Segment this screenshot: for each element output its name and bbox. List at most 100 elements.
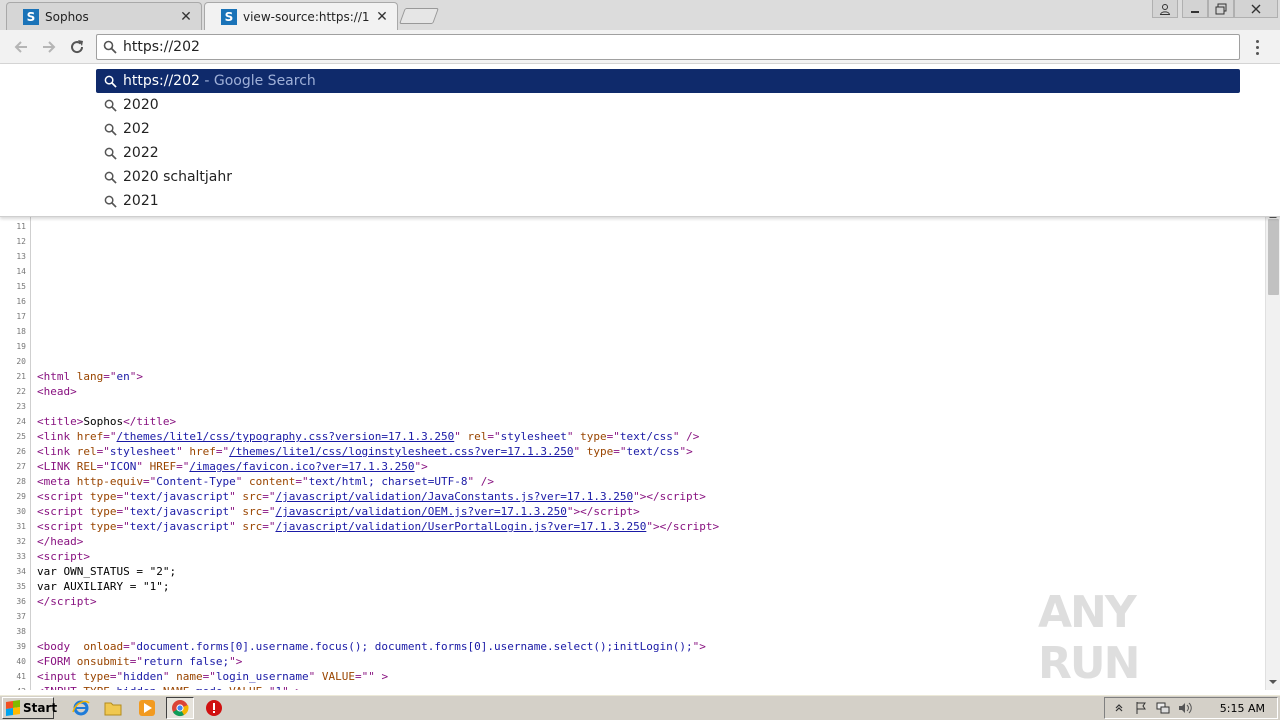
back-arrow-icon[interactable] (10, 36, 32, 58)
stop-icon[interactable] (205, 699, 223, 717)
start-button[interactable]: Start (2, 697, 57, 719)
browser-toolbar (0, 30, 1280, 64)
folder-icon[interactable] (104, 699, 122, 717)
line-number: 12 (16, 237, 26, 246)
source-link[interactable]: /themes/lite1/css/typography.css?version… (117, 430, 455, 443)
source-line: 14 (0, 264, 1265, 279)
source-code: <script type="text/javascript" src="/jav… (37, 505, 640, 518)
address-input[interactable] (123, 39, 1223, 55)
source-code: <FORM onsubmit="return false;"> (37, 655, 243, 668)
source-code: </script> (37, 595, 97, 608)
media-player-icon[interactable] (138, 699, 156, 717)
tab-title: view-source:https://14.139 (243, 9, 369, 24)
source-link[interactable]: /javascript/validation/OEM.js?ver=17.1.3… (275, 505, 566, 518)
source-line: 24 <title>Sophos</title> (0, 414, 1265, 429)
suggestion-item[interactable]: 2022 (96, 141, 1240, 165)
source-line: 29 <script type="text/javascript" src="/j… (0, 489, 1265, 504)
line-number: 36 (16, 597, 26, 606)
line-number: 29 (16, 492, 26, 501)
search-icon (104, 195, 117, 208)
suggestion-text: 202 (123, 121, 150, 137)
source-code: <html lang="en"> (37, 370, 143, 383)
source-line: 17 (0, 309, 1265, 324)
search-icon (103, 40, 117, 54)
close-tab-icon[interactable]: ✕ (179, 9, 193, 25)
source-line: 33 <script> (0, 549, 1265, 564)
line-number: 13 (16, 252, 26, 261)
line-number: 33 (16, 552, 26, 561)
restore-icon[interactable] (1208, 0, 1234, 18)
line-number: 28 (16, 477, 26, 486)
line-number: 11 (16, 222, 26, 231)
source-code: <LINK REL="ICON" HREF="/images/favicon.i… (37, 460, 428, 473)
line-number: 41 (16, 672, 26, 681)
line-number: 38 (16, 627, 26, 636)
taskbar-clock: 5:15 AM (1219, 701, 1265, 715)
reload-icon[interactable] (66, 36, 88, 58)
line-number: 25 (16, 432, 26, 441)
source-line: 20 (0, 354, 1265, 369)
tab-sophos[interactable]: S Sophos ✕ (6, 2, 202, 30)
source-link[interactable]: /javascript/validation/JavaConstants.js?… (275, 490, 633, 503)
ie-icon[interactable] (72, 699, 90, 717)
chrome-icon[interactable] (166, 697, 194, 719)
source-link[interactable]: /themes/lite1/css/loginstylesheet.css?ve… (229, 445, 573, 458)
network-icon[interactable] (1155, 700, 1171, 716)
source-code: <body onload="document.forms[0].username… (37, 640, 706, 653)
source-line: 28 <meta http-equiv="Content-Type" conten… (0, 474, 1265, 489)
line-number: 26 (16, 447, 26, 456)
source-line: 25 <link href="/themes/lite1/css/typograp… (0, 429, 1265, 444)
source-line: 30 <script type="text/javascript" src="/j… (0, 504, 1265, 519)
source-line: 13 (0, 249, 1265, 264)
suggestion-item[interactable]: 2020 (96, 93, 1240, 117)
tab-view-source[interactable]: S view-source:https://14.139 ✕ (204, 2, 398, 30)
scroll-down-arrow-icon[interactable] (1269, 680, 1277, 684)
source-line: 34 var OWN_STATUS = "2"; (0, 564, 1265, 579)
address-bar[interactable] (96, 34, 1240, 60)
chevron-up-icon[interactable] (1111, 700, 1127, 716)
user-icon[interactable] (1152, 0, 1178, 18)
source-code: var OWN_STATUS = "2"; (37, 565, 177, 578)
line-number: 30 (16, 507, 26, 516)
line-number: 34 (16, 567, 26, 576)
vertical-scrollbar[interactable] (1265, 214, 1280, 690)
tab-title: Sophos (45, 9, 89, 24)
line-number: 42 (0, 684, 26, 690)
line-number: 40 (16, 657, 26, 666)
source-code: </head> (37, 535, 84, 548)
line-number: 22 (16, 387, 26, 396)
source-code: <meta http-equiv="Content-Type" content=… (37, 475, 495, 488)
new-tab-button[interactable] (399, 8, 439, 24)
suggestion-item[interactable]: 2020 schaltjahr (96, 165, 1240, 189)
flag-icon[interactable] (1133, 700, 1149, 716)
volume-icon[interactable] (1177, 700, 1193, 716)
line-number: 23 (16, 402, 26, 411)
windows-logo-icon (6, 700, 20, 716)
line-number: 24 (16, 417, 26, 426)
taskbar: Start 5:15 AM (0, 694, 1280, 720)
scrollbar-thumb[interactable] (1268, 219, 1279, 295)
search-icon (104, 171, 117, 184)
source-line: 12 (0, 234, 1265, 249)
line-number: 16 (16, 297, 26, 306)
close-window-icon[interactable] (1234, 0, 1278, 18)
source-line: 11 (0, 219, 1265, 234)
source-link[interactable]: /javascript/validation/UserPortalLogin.j… (275, 520, 646, 533)
source-code: var AUXILIARY = "1"; (37, 580, 170, 593)
close-tab-icon[interactable]: ✕ (375, 9, 389, 25)
kebab-menu-icon[interactable] (1250, 36, 1264, 58)
line-number: 14 (16, 267, 26, 276)
tab-strip: S Sophos ✕ S view-source:https://14.139 … (0, 0, 1280, 30)
suggestion-item[interactable]: https://202 - Google Search (96, 69, 1240, 93)
source-line: 26 <link rel="stylesheet" href="/themes/l… (0, 444, 1265, 459)
suggestion-item[interactable]: 202 (96, 117, 1240, 141)
search-icon (104, 123, 117, 136)
line-number: 37 (16, 612, 26, 621)
line-number: 20 (16, 357, 26, 366)
source-link[interactable]: /images/favicon.ico?ver=17.1.3.250 (189, 460, 414, 473)
suggestion-item[interactable]: 2021 (96, 189, 1240, 213)
minimize-icon[interactable] (1182, 0, 1208, 18)
source-code: <input type="hidden" name="login_usernam… (37, 670, 389, 683)
source-line: 27 <LINK REL="ICON" HREF="/images/favicon… (0, 459, 1265, 474)
forward-arrow-icon[interactable] (38, 36, 60, 58)
